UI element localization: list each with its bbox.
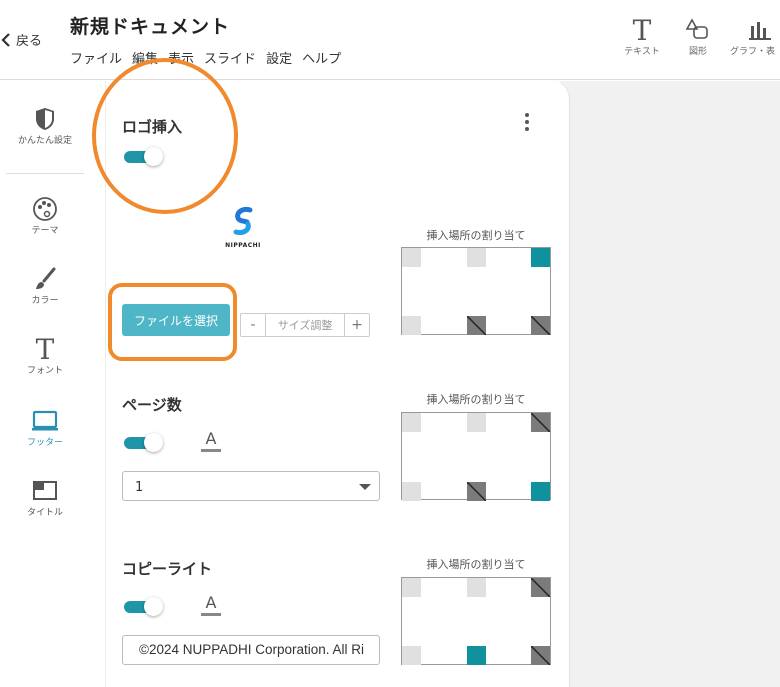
title-window-icon <box>0 477 90 505</box>
font-color-swatch <box>201 613 221 616</box>
sidebar-item-easy-settings[interactable]: かんたん設定 <box>0 105 90 146</box>
page-number-assign-label: 挿入場所の割り当て <box>426 393 526 406</box>
text-tool-label: テキスト <box>624 47 660 57</box>
menu-view[interactable]: 表示 <box>168 48 194 67</box>
page-number-select-value: 1 <box>135 480 144 495</box>
grid-cell-top-center[interactable] <box>467 248 486 267</box>
canvas-area <box>570 81 780 687</box>
shield-icon <box>0 105 90 133</box>
logo-position-grid <box>401 247 551 335</box>
grid-cell-bottom-center[interactable] <box>467 482 486 501</box>
sidebar-divider <box>6 173 84 174</box>
logo-text: NIPPACHI <box>225 242 261 249</box>
logo-section-title: ロゴ挿入 <box>122 118 183 136</box>
monitor-icon <box>0 407 90 435</box>
grid-cell-top-right[interactable] <box>531 248 550 267</box>
copyright-toggle[interactable] <box>124 597 164 616</box>
logo-assign-label: 挿入場所の割り当て <box>426 229 526 242</box>
chevron-left-icon <box>1 32 10 47</box>
grid-cell-top-left[interactable] <box>402 413 421 432</box>
back-button[interactable]: 戻る <box>0 30 42 49</box>
more-options-icon[interactable] <box>524 113 530 133</box>
page-number-select[interactable]: 1 <box>122 471 380 501</box>
sidebar-item-color[interactable]: カラー <box>0 265 90 306</box>
shape-tool-button[interactable]: 図形 <box>676 16 720 57</box>
page-number-font-color-button[interactable]: A <box>201 429 221 452</box>
shape-tool-label: 図形 <box>688 47 707 57</box>
chevron-down-icon <box>359 484 371 490</box>
grid-cell-top-left[interactable] <box>402 578 421 597</box>
page-number-position-grid <box>401 412 551 501</box>
sidebar-item-label: フッター <box>26 438 63 448</box>
choose-file-button[interactable]: ファイルを選択 <box>122 304 230 336</box>
sidebar-item-label: タイトル <box>26 508 63 518</box>
grid-cell-bottom-left[interactable] <box>402 316 421 335</box>
font-color-swatch <box>201 449 221 452</box>
sidebar-item-theme[interactable]: テーマ <box>0 195 90 236</box>
grid-cell-bottom-right[interactable] <box>531 316 550 335</box>
sidebar-item-label: テーマ <box>31 226 59 236</box>
document-title[interactable]: 新規ドキュメント <box>70 12 230 39</box>
menu-file[interactable]: ファイル <box>70 48 122 67</box>
text-tool-button[interactable]: T テキスト <box>620 13 664 58</box>
sidebar-item-label: カラー <box>31 296 59 306</box>
grid-cell-bottom-left[interactable] <box>402 646 421 665</box>
chart-icon <box>730 16 780 44</box>
logo-toggle[interactable] <box>124 147 164 166</box>
copyright-font-color-button[interactable]: A <box>201 593 221 616</box>
menu-settings[interactable]: 設定 <box>266 48 292 67</box>
menu-bar: ファイル 編集 表示 スライド 設定 ヘルプ <box>70 48 341 67</box>
grid-cell-bottom-center[interactable] <box>467 316 486 335</box>
size-increase-button[interactable]: + <box>345 314 369 336</box>
grid-cell-top-left[interactable] <box>402 248 421 267</box>
app-header: 戻る 新規ドキュメント ファイル 編集 表示 スライド 設定 ヘルプ T テキス… <box>0 0 780 80</box>
menu-slide[interactable]: スライド <box>204 48 256 67</box>
size-adjust-label: サイズ調整 <box>265 314 345 336</box>
grid-cell-top-right[interactable] <box>531 578 550 597</box>
page-number-section-title: ページ数 <box>122 396 182 414</box>
palette-icon <box>0 195 90 223</box>
font-color-label: A <box>205 429 217 448</box>
grid-cell-bottom-right[interactable] <box>531 646 550 665</box>
font-color-label: A <box>205 593 217 612</box>
shape-icon <box>676 16 720 44</box>
sidebar-item-font[interactable]: T フォント <box>0 332 90 377</box>
grid-cell-top-right[interactable] <box>531 413 550 432</box>
size-adjust-control: - サイズ調整 + <box>240 313 370 337</box>
copyright-section-title: コピーライト <box>122 560 213 578</box>
brush-icon <box>0 265 90 293</box>
copyright-assign-label: 挿入場所の割り当て <box>426 558 526 571</box>
page-number-toggle[interactable] <box>124 433 164 452</box>
back-label: 戻る <box>16 34 43 49</box>
text-icon: T <box>632 13 652 47</box>
copyright-text-input[interactable]: ©2024 NUPPADHI Corporation. All Ri <box>122 635 380 665</box>
grid-cell-bottom-center[interactable] <box>467 646 486 665</box>
sidebar-item-footer[interactable]: フッター <box>0 407 90 448</box>
grid-cell-bottom-right[interactable] <box>531 482 550 501</box>
grid-cell-top-center[interactable] <box>467 413 486 432</box>
sidebar: かんたん設定 テーマ カラー T フォント フッター タイトル <box>0 81 106 687</box>
chart-tool-label: グラフ・表 <box>730 47 776 57</box>
copyright-position-grid <box>401 577 551 665</box>
company-logo-icon <box>233 207 253 235</box>
grid-cell-bottom-left[interactable] <box>402 482 421 501</box>
menu-edit[interactable]: 編集 <box>132 48 158 67</box>
font-icon: T <box>35 332 55 366</box>
size-decrease-button[interactable]: - <box>241 314 265 336</box>
sidebar-item-title[interactable]: タイトル <box>0 477 90 518</box>
sidebar-item-label: かんたん設定 <box>17 136 72 146</box>
menu-help[interactable]: ヘルプ <box>302 48 341 67</box>
grid-cell-top-center[interactable] <box>467 578 486 597</box>
logo-preview: NIPPACHI <box>218 206 268 249</box>
sidebar-item-label: フォント <box>26 366 63 376</box>
chart-tool-button[interactable]: グラフ・表 <box>730 16 780 57</box>
